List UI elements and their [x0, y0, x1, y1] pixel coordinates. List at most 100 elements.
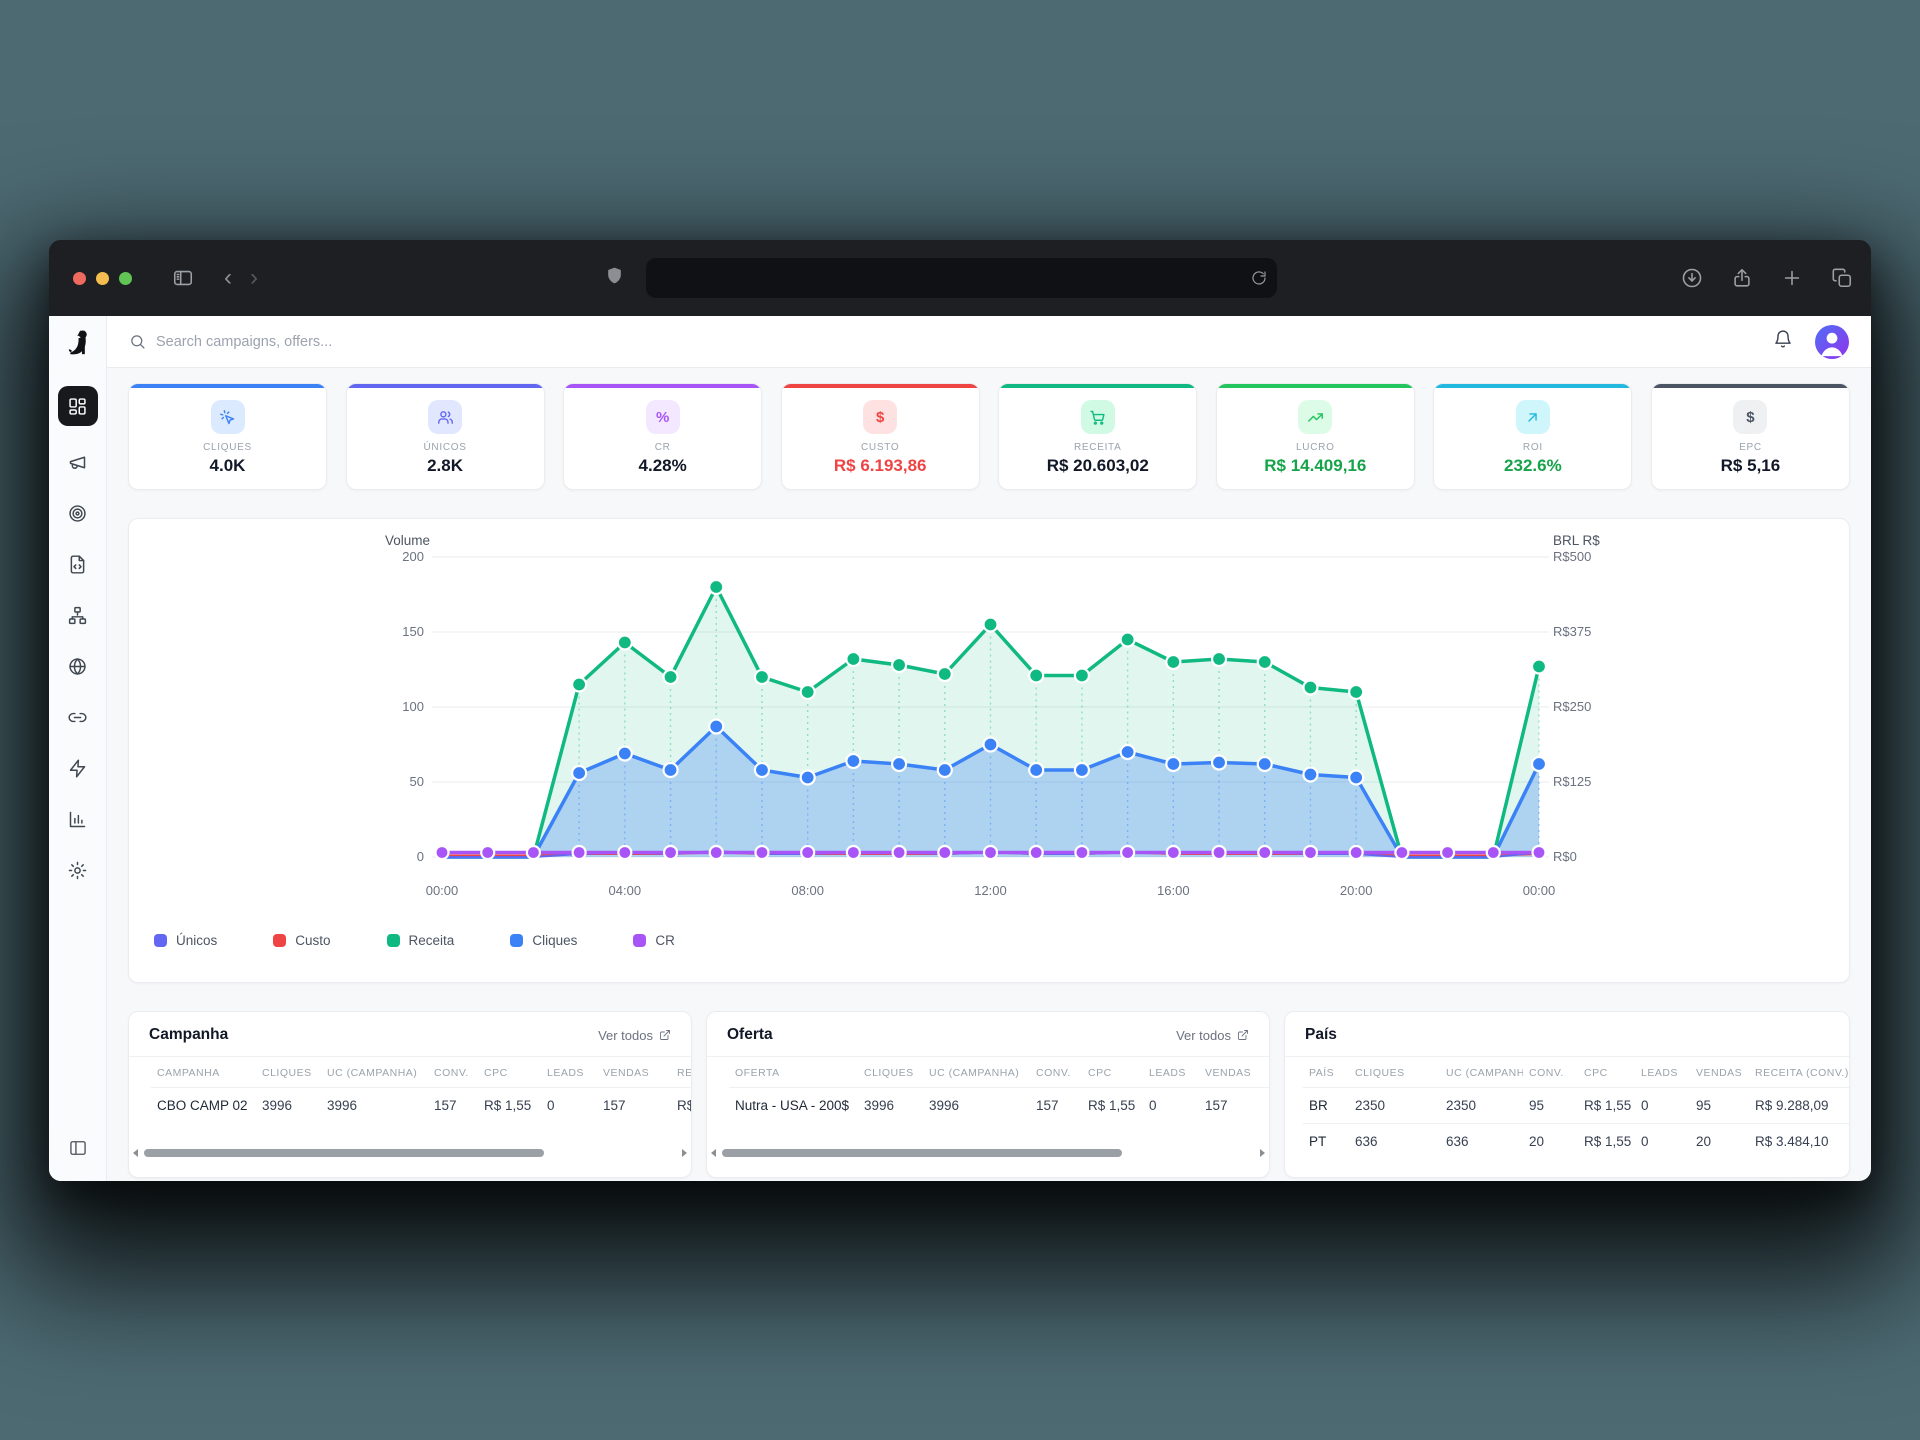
app: CLIQUES 4.0K ÚNICOS 2.8K % CR	[49, 316, 1871, 1181]
back-button[interactable]: ‹	[224, 266, 232, 290]
time-series-chart[interactable]: VolumeBRL R$050100150200R$0R$125R$250R$3…	[129, 519, 1850, 919]
tab-overview-icon[interactable]	[1831, 267, 1853, 289]
table-row[interactable]: BR2350235095R$ 1,55095R$ 9.288,09	[1303, 1088, 1850, 1124]
legend-item-cliques[interactable]: Cliques	[510, 933, 577, 948]
search-input[interactable]	[156, 334, 576, 350]
dollar-icon: $	[1733, 400, 1767, 434]
campanha-ver-todos-link[interactable]: Ver todos	[598, 1028, 671, 1043]
svg-text:08:00: 08:00	[791, 883, 824, 898]
legend-item-custo[interactable]: Custo	[273, 933, 330, 948]
horizontal-scrollbar[interactable]	[711, 1147, 1265, 1159]
browser-window: ‹ ›	[49, 240, 1871, 1181]
sidebar-collapse-icon[interactable]	[68, 1138, 88, 1163]
svg-text:200: 200	[402, 549, 424, 564]
cursor-click-icon	[211, 400, 245, 434]
sidebar-item-settings[interactable]	[63, 855, 93, 885]
kpi-label: CUSTO	[782, 442, 979, 453]
table-row[interactable]: Nutra - USA - 200$39963996157R$ 1,550157	[729, 1088, 1270, 1124]
sidebar-nav	[58, 386, 98, 1138]
dashboard-grid-icon	[67, 396, 88, 417]
sidebar-item-links[interactable]	[63, 702, 93, 732]
close-window-button[interactable]	[73, 272, 86, 285]
table-header-row: CAMPANHACLIQUESUC (CAMPANHA)CONV.CPCLEAD…	[151, 1057, 692, 1088]
oferta-card: Oferta Ver todos OFERTACLIQUESUC (CAMPAN…	[706, 1011, 1270, 1178]
sidebar-item-campaigns[interactable]	[63, 447, 93, 477]
new-tab-icon[interactable]	[1781, 267, 1803, 289]
kpi-card-custo: $ CUSTO R$ 6.193,86	[781, 383, 980, 490]
cart-icon	[1081, 400, 1115, 434]
gear-icon	[67, 860, 88, 881]
dollar-icon: $	[863, 400, 897, 434]
trending-up-icon	[1298, 400, 1332, 434]
dashboard-content: CLIQUES 4.0K ÚNICOS 2.8K % CR	[107, 368, 1871, 1178]
privacy-shield-icon[interactable]	[605, 265, 624, 292]
scroll-left-icon[interactable]	[711, 1149, 716, 1157]
sidebar-item-automations[interactable]	[63, 753, 93, 783]
user-avatar[interactable]	[1815, 325, 1849, 359]
browser-toolbar: ‹ ›	[49, 240, 1871, 316]
svg-text:00:00: 00:00	[426, 883, 459, 898]
legend-item-cr[interactable]: CR	[633, 933, 675, 948]
url-input[interactable]	[646, 258, 1251, 298]
sidebar-item-reports[interactable]	[63, 804, 93, 834]
table-row[interactable]: PT63663620R$ 1,55020R$ 3.484,10	[1303, 1124, 1850, 1160]
zap-icon	[67, 758, 88, 779]
kpi-accent-bar	[1217, 384, 1414, 388]
pais-card: País PAÍSCLIQUESUC (CAMPANHA)CONV.CPCLEA…	[1284, 1011, 1850, 1178]
kpi-value: R$ 5,16	[1652, 456, 1849, 476]
legend-item-receita[interactable]: Receita	[387, 933, 455, 948]
oferta-ver-todos-link[interactable]: Ver todos	[1176, 1028, 1249, 1043]
scrollbar-thumb[interactable]	[722, 1149, 1122, 1157]
arrow-up-right-icon	[1516, 400, 1550, 434]
share-icon[interactable]	[1731, 267, 1753, 289]
kpi-accent-bar	[782, 384, 979, 388]
sidebar-item-offers[interactable]	[63, 498, 93, 528]
kpi-value: R$ 14.409,16	[1217, 456, 1414, 476]
forward-button[interactable]: ›	[250, 266, 258, 290]
legend-item-unicos[interactable]: Únicos	[154, 933, 217, 948]
kpi-card-epc: $ EPC R$ 5,16	[1651, 383, 1850, 490]
kpi-accent-bar	[1652, 384, 1849, 388]
reload-icon[interactable]	[1251, 270, 1267, 286]
sidebar-item-landers[interactable]	[63, 549, 93, 579]
horizontal-scrollbar[interactable]	[133, 1147, 687, 1159]
svg-text:R$0: R$0	[1553, 849, 1577, 864]
kpi-accent-bar	[1434, 384, 1631, 388]
downloads-icon[interactable]	[1681, 267, 1703, 289]
search-bar[interactable]	[129, 333, 1773, 350]
sitemap-icon	[67, 605, 88, 626]
pais-title: País	[1305, 1026, 1337, 1044]
campanha-title: Campanha	[149, 1026, 228, 1044]
kpi-accent-bar	[347, 384, 544, 388]
kpi-card-receita: RECEITA R$ 20.603,02	[998, 383, 1197, 490]
sidebar-item-dashboard[interactable]	[58, 386, 98, 426]
kpi-card-cliques: CLIQUES 4.0K	[128, 383, 327, 490]
svg-text:00:00: 00:00	[1523, 883, 1556, 898]
kpi-accent-bar	[564, 384, 761, 388]
scroll-right-icon[interactable]	[682, 1149, 687, 1157]
kpi-card-cr: % CR 4.28%	[563, 383, 762, 490]
target-icon	[67, 503, 88, 524]
scrollbar-thumb[interactable]	[144, 1149, 544, 1157]
kpi-label: LUCRO	[1217, 442, 1414, 453]
user-icon	[1815, 325, 1849, 359]
oferta-title: Oferta	[727, 1026, 773, 1044]
kpi-accent-bar	[129, 384, 326, 388]
table-row[interactable]: CBO CAMP 0239963996157R$ 1,550157R$	[151, 1088, 692, 1124]
minimize-window-button[interactable]	[96, 272, 109, 285]
kpi-accent-bar	[999, 384, 1196, 388]
address-bar[interactable]	[646, 258, 1277, 298]
scroll-left-icon[interactable]	[133, 1149, 138, 1157]
zoom-window-button[interactable]	[119, 272, 132, 285]
notifications-bell-icon[interactable]	[1773, 329, 1793, 354]
sidebar-item-funnels[interactable]	[63, 600, 93, 630]
svg-text:BRL R$: BRL R$	[1553, 533, 1600, 548]
svg-text:100: 100	[402, 699, 424, 714]
sidebar-toggle-icon[interactable]	[172, 267, 194, 289]
svg-text:12:00: 12:00	[974, 883, 1007, 898]
app-logo[interactable]	[49, 316, 106, 368]
kpi-row: CLIQUES 4.0K ÚNICOS 2.8K % CR	[128, 383, 1850, 490]
sidebar-item-domains[interactable]	[63, 651, 93, 681]
legend-swatch	[387, 934, 400, 947]
scroll-right-icon[interactable]	[1260, 1149, 1265, 1157]
